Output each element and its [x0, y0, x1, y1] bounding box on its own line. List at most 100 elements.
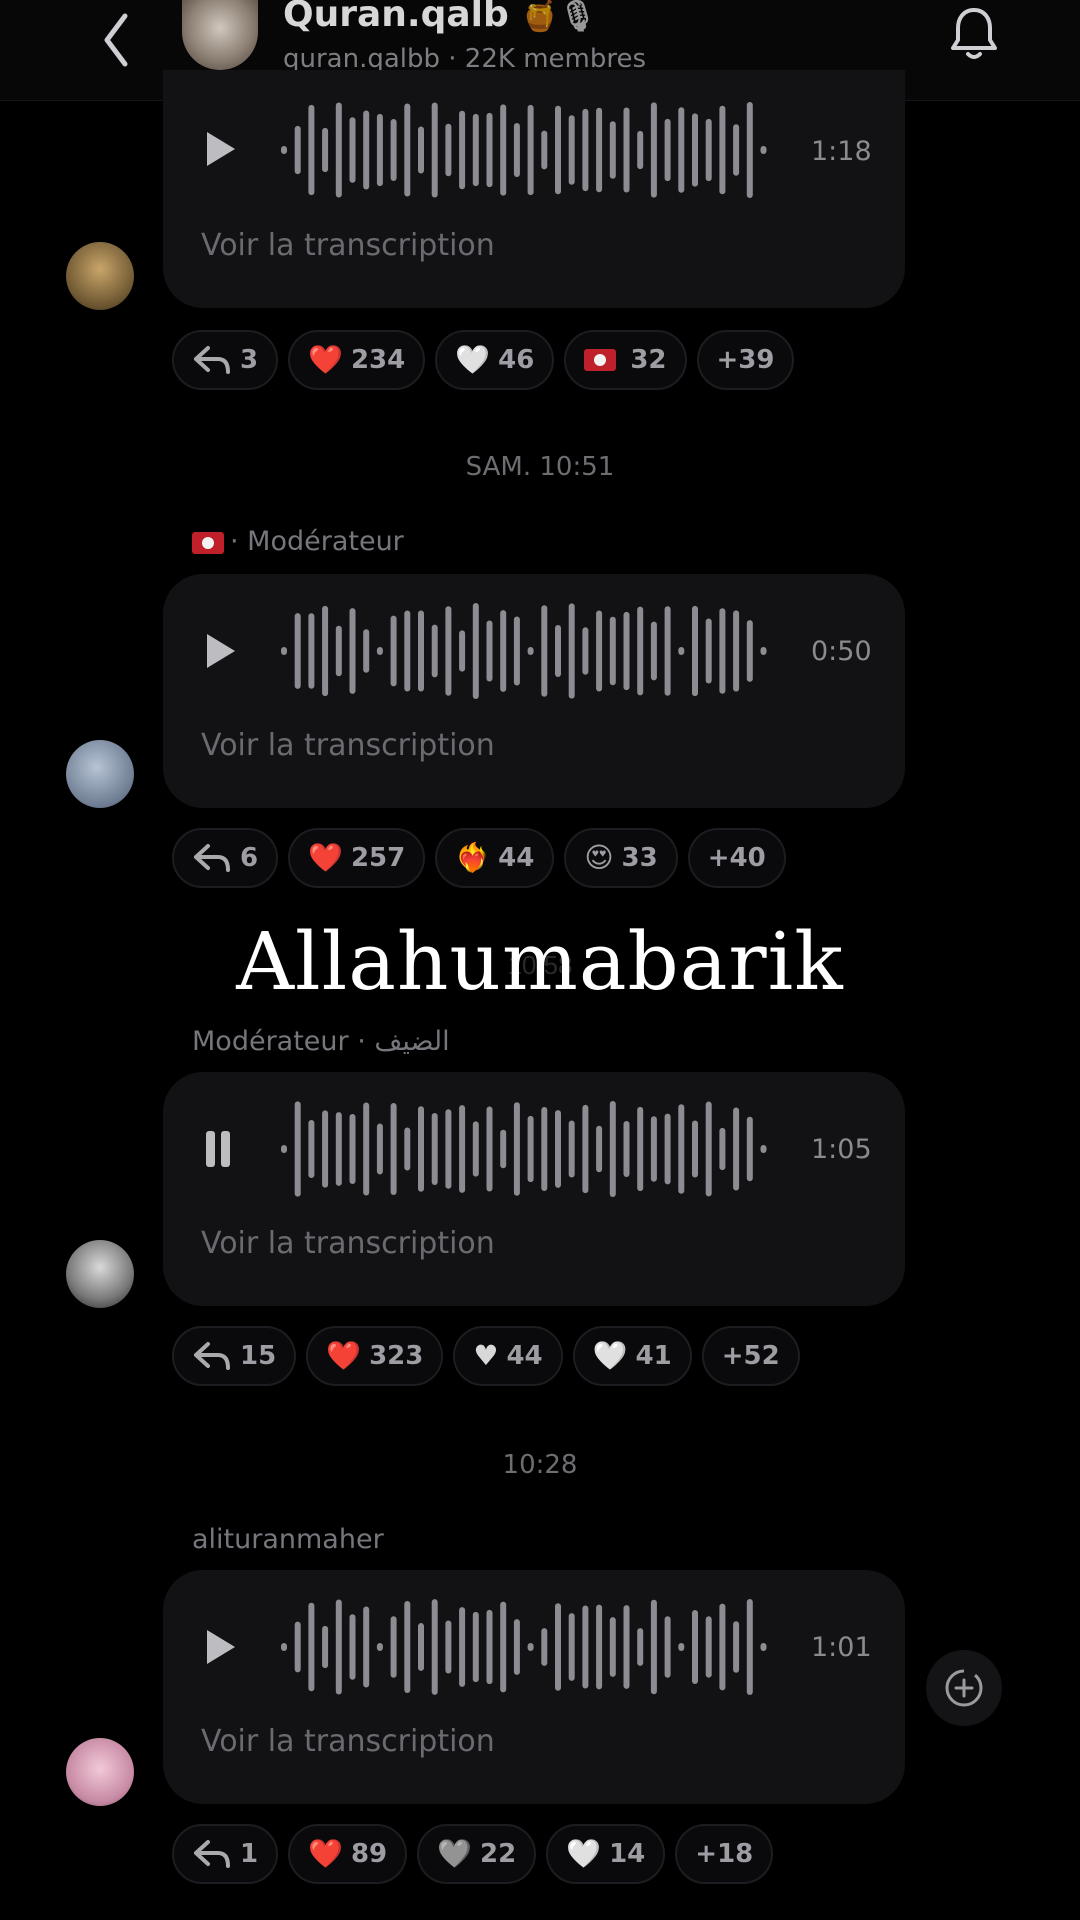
reaction-chip[interactable]: 🤍 41: [572, 1326, 692, 1386]
waveform-bar: [692, 605, 698, 697]
play-icon[interactable]: [203, 1628, 237, 1666]
reaction-chip[interactable]: ❤️ 257: [288, 828, 426, 888]
waveform-bar: [650, 102, 657, 198]
waveform-bar: [376, 113, 383, 187]
waveform-bar: [760, 1145, 767, 1153]
waveform-bar: [596, 1604, 603, 1690]
waveform-bar: [500, 1129, 507, 1169]
more-reactions-chip[interactable]: +39: [696, 330, 795, 390]
audio-duration: 1:18: [811, 136, 872, 167]
waveform-bar: [609, 1617, 616, 1677]
waveform-bar: [719, 1603, 726, 1691]
waveform-bar: [281, 647, 287, 655]
waveform-bar: [541, 1628, 548, 1666]
waveform-bar: [637, 1628, 644, 1666]
waveform-bar: [308, 1602, 315, 1692]
waveform-bar: [459, 630, 466, 672]
reaction-chip[interactable]: ❤️‍🔥 44: [435, 828, 555, 888]
play-icon[interactable]: [203, 130, 237, 168]
sender-avatar[interactable]: [66, 1738, 134, 1806]
waveform-bar: [418, 1106, 424, 1192]
more-reactions-chip[interactable]: +18: [675, 1824, 774, 1884]
waveform-bar: [335, 1112, 342, 1186]
waveform-bar: [527, 647, 534, 655]
waveform-bar: [486, 620, 493, 682]
audio-waveform[interactable]: [275, 1597, 775, 1697]
waveform-bar: [637, 130, 644, 170]
timestamp-divider: 10:28: [502, 1450, 578, 1480]
waveform-bar: [746, 1116, 753, 1182]
waveform-bar: [486, 112, 493, 188]
waveform-bar: [746, 620, 753, 682]
reaction-chip[interactable]: ❤️ 323: [306, 1326, 444, 1386]
reaction-chip[interactable]: ❤️ 89: [288, 1824, 408, 1884]
reaction-chip[interactable]: 😍 33: [564, 828, 678, 888]
waveform-bar: [500, 104, 507, 196]
reaction-chip[interactable]: 🩶 22: [417, 1824, 537, 1884]
audio-duration: 1:05: [811, 1134, 872, 1165]
waveform-bar: [363, 110, 370, 190]
waveform-bar: [308, 613, 315, 689]
waveform-bar: [582, 627, 589, 675]
waveform-bar: [513, 1102, 520, 1196]
waveform-bar: [664, 1113, 671, 1185]
waveform-bar: [664, 1616, 671, 1678]
waveform-bar: [678, 647, 685, 655]
waveform-bar: [623, 611, 630, 691]
reaction-chip[interactable]: 32: [564, 330, 687, 390]
reply-count-chip[interactable]: 15: [172, 1326, 297, 1386]
audio-waveform[interactable]: [275, 601, 775, 701]
waveform-bar: [733, 1107, 740, 1191]
transcription-link[interactable]: Voir la transcription: [201, 728, 495, 763]
waveform-bar: [418, 1623, 424, 1671]
reply-count-chip[interactable]: 6: [172, 828, 279, 888]
waveform-bar: [692, 1609, 698, 1685]
play-icon[interactable]: [203, 632, 237, 670]
reaction-chip[interactable]: 🤍 14: [546, 1824, 666, 1884]
waveform-bar: [733, 1621, 740, 1673]
more-reactions-chip[interactable]: +40: [687, 828, 786, 888]
transcription-link[interactable]: Voir la transcription: [201, 1226, 495, 1261]
sender-avatar[interactable]: [66, 740, 134, 808]
pause-icon[interactable]: [205, 1130, 231, 1168]
transcription-link[interactable]: Voir la transcription: [201, 228, 495, 263]
waveform-bar: [472, 603, 479, 699]
voice-message: 1:01 Voir la transcription: [163, 1570, 905, 1804]
waveform-bar: [486, 1609, 493, 1685]
reply-icon: [194, 346, 230, 374]
waveform-bar: [623, 1605, 630, 1689]
waveform-bar: [459, 1607, 466, 1687]
reaction-chip[interactable]: ♥ 44: [453, 1326, 563, 1386]
waveform-bar: [294, 613, 301, 689]
white-heart-icon: 🤍: [566, 1837, 602, 1870]
waveform-bar: [555, 1603, 561, 1691]
reply-icon: [194, 1840, 230, 1868]
reply-count-chip[interactable]: 1: [172, 1824, 279, 1884]
bell-icon[interactable]: [948, 4, 1000, 62]
audio-waveform[interactable]: [275, 100, 775, 200]
waveform-bar: [308, 1120, 315, 1178]
waveform-bar: [555, 624, 561, 678]
sender-avatar[interactable]: [66, 1240, 134, 1308]
waveform-bar: [500, 610, 507, 692]
waveform-bar: [376, 647, 383, 655]
channel-title[interactable]: Quran.qalb 🍯🎙: [283, 0, 597, 35]
waveform-bar: [568, 1120, 575, 1178]
waveform-bar: [335, 1599, 342, 1695]
reply-count-chip[interactable]: 3: [172, 330, 279, 390]
waveform-bar: [363, 1102, 370, 1196]
sender-avatar[interactable]: [66, 242, 134, 310]
more-reactions-chip[interactable]: +52: [701, 1326, 800, 1386]
add-reaction-button[interactable]: [926, 1650, 1002, 1726]
sender-label: Modérateur · الضيف: [192, 1026, 450, 1057]
reaction-chip[interactable]: ❤️ 234: [288, 330, 426, 390]
audio-waveform[interactable]: [275, 1099, 775, 1199]
channel-avatar[interactable]: [182, 0, 258, 70]
red-heart-icon: ❤️: [308, 343, 343, 376]
waveform-bar: [637, 606, 644, 696]
back-arrow-icon[interactable]: [95, 8, 135, 68]
red-heart-icon: ❤️: [308, 1837, 343, 1870]
transcription-link[interactable]: Voir la transcription: [201, 1724, 495, 1759]
waveform-bar: [281, 1145, 287, 1153]
reaction-chip[interactable]: 🤍 46: [435, 330, 555, 390]
